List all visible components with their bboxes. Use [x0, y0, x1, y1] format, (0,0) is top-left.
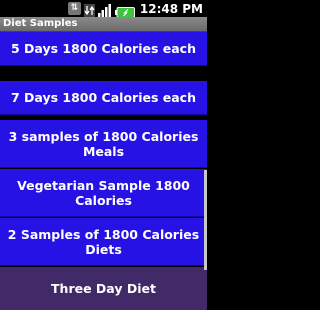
diet-list[interactable]: 5 Days 1800 Calories each 7 Days 1800 Ca… — [0, 32, 207, 310]
list-item-label: Three Day Diet — [51, 281, 156, 296]
list-item-label: 3 samples of 1800 Calories Meals — [8, 128, 199, 159]
scrollbar-thumb[interactable] — [204, 170, 207, 270]
list-item[interactable]: 5 Days 1800 Calories each — [0, 32, 207, 66]
list-item[interactable]: 7 Days 1800 Calories each — [0, 81, 207, 115]
list-item[interactable]: 2 Samples of 1800 Calories Diets — [0, 218, 207, 266]
list-item-label: 5 Days 1800 Calories each — [11, 41, 196, 56]
list-item-selected[interactable]: Three Day Diet — [0, 267, 207, 310]
title-bar: Diet Samples — [0, 17, 207, 32]
status-icons: ⇅ 12:48 PM — [65, 0, 207, 18]
list-item-label: 7 Days 1800 Calories each — [11, 90, 196, 105]
list-item[interactable]: Vegetarian Sample 1800 Calories — [0, 169, 207, 217]
signal-bars-icon — [97, 2, 112, 17]
sync-icon: ⇅ — [67, 2, 81, 15]
list-item[interactable]: 3 samples of 1800 Calories Meals — [0, 120, 207, 168]
status-bar: ⇅ 12:48 PM — [0, 0, 207, 18]
network-icon — [83, 2, 95, 17]
window-title: Diet Samples — [3, 18, 78, 29]
list-item-label: Vegetarian Sample 1800 Calories — [17, 177, 190, 208]
list-item-label: 2 Samples of 1800 Calories Diets — [7, 226, 200, 257]
clock: 12:48 PM — [139, 1, 203, 16]
battery-icon — [114, 3, 135, 18]
